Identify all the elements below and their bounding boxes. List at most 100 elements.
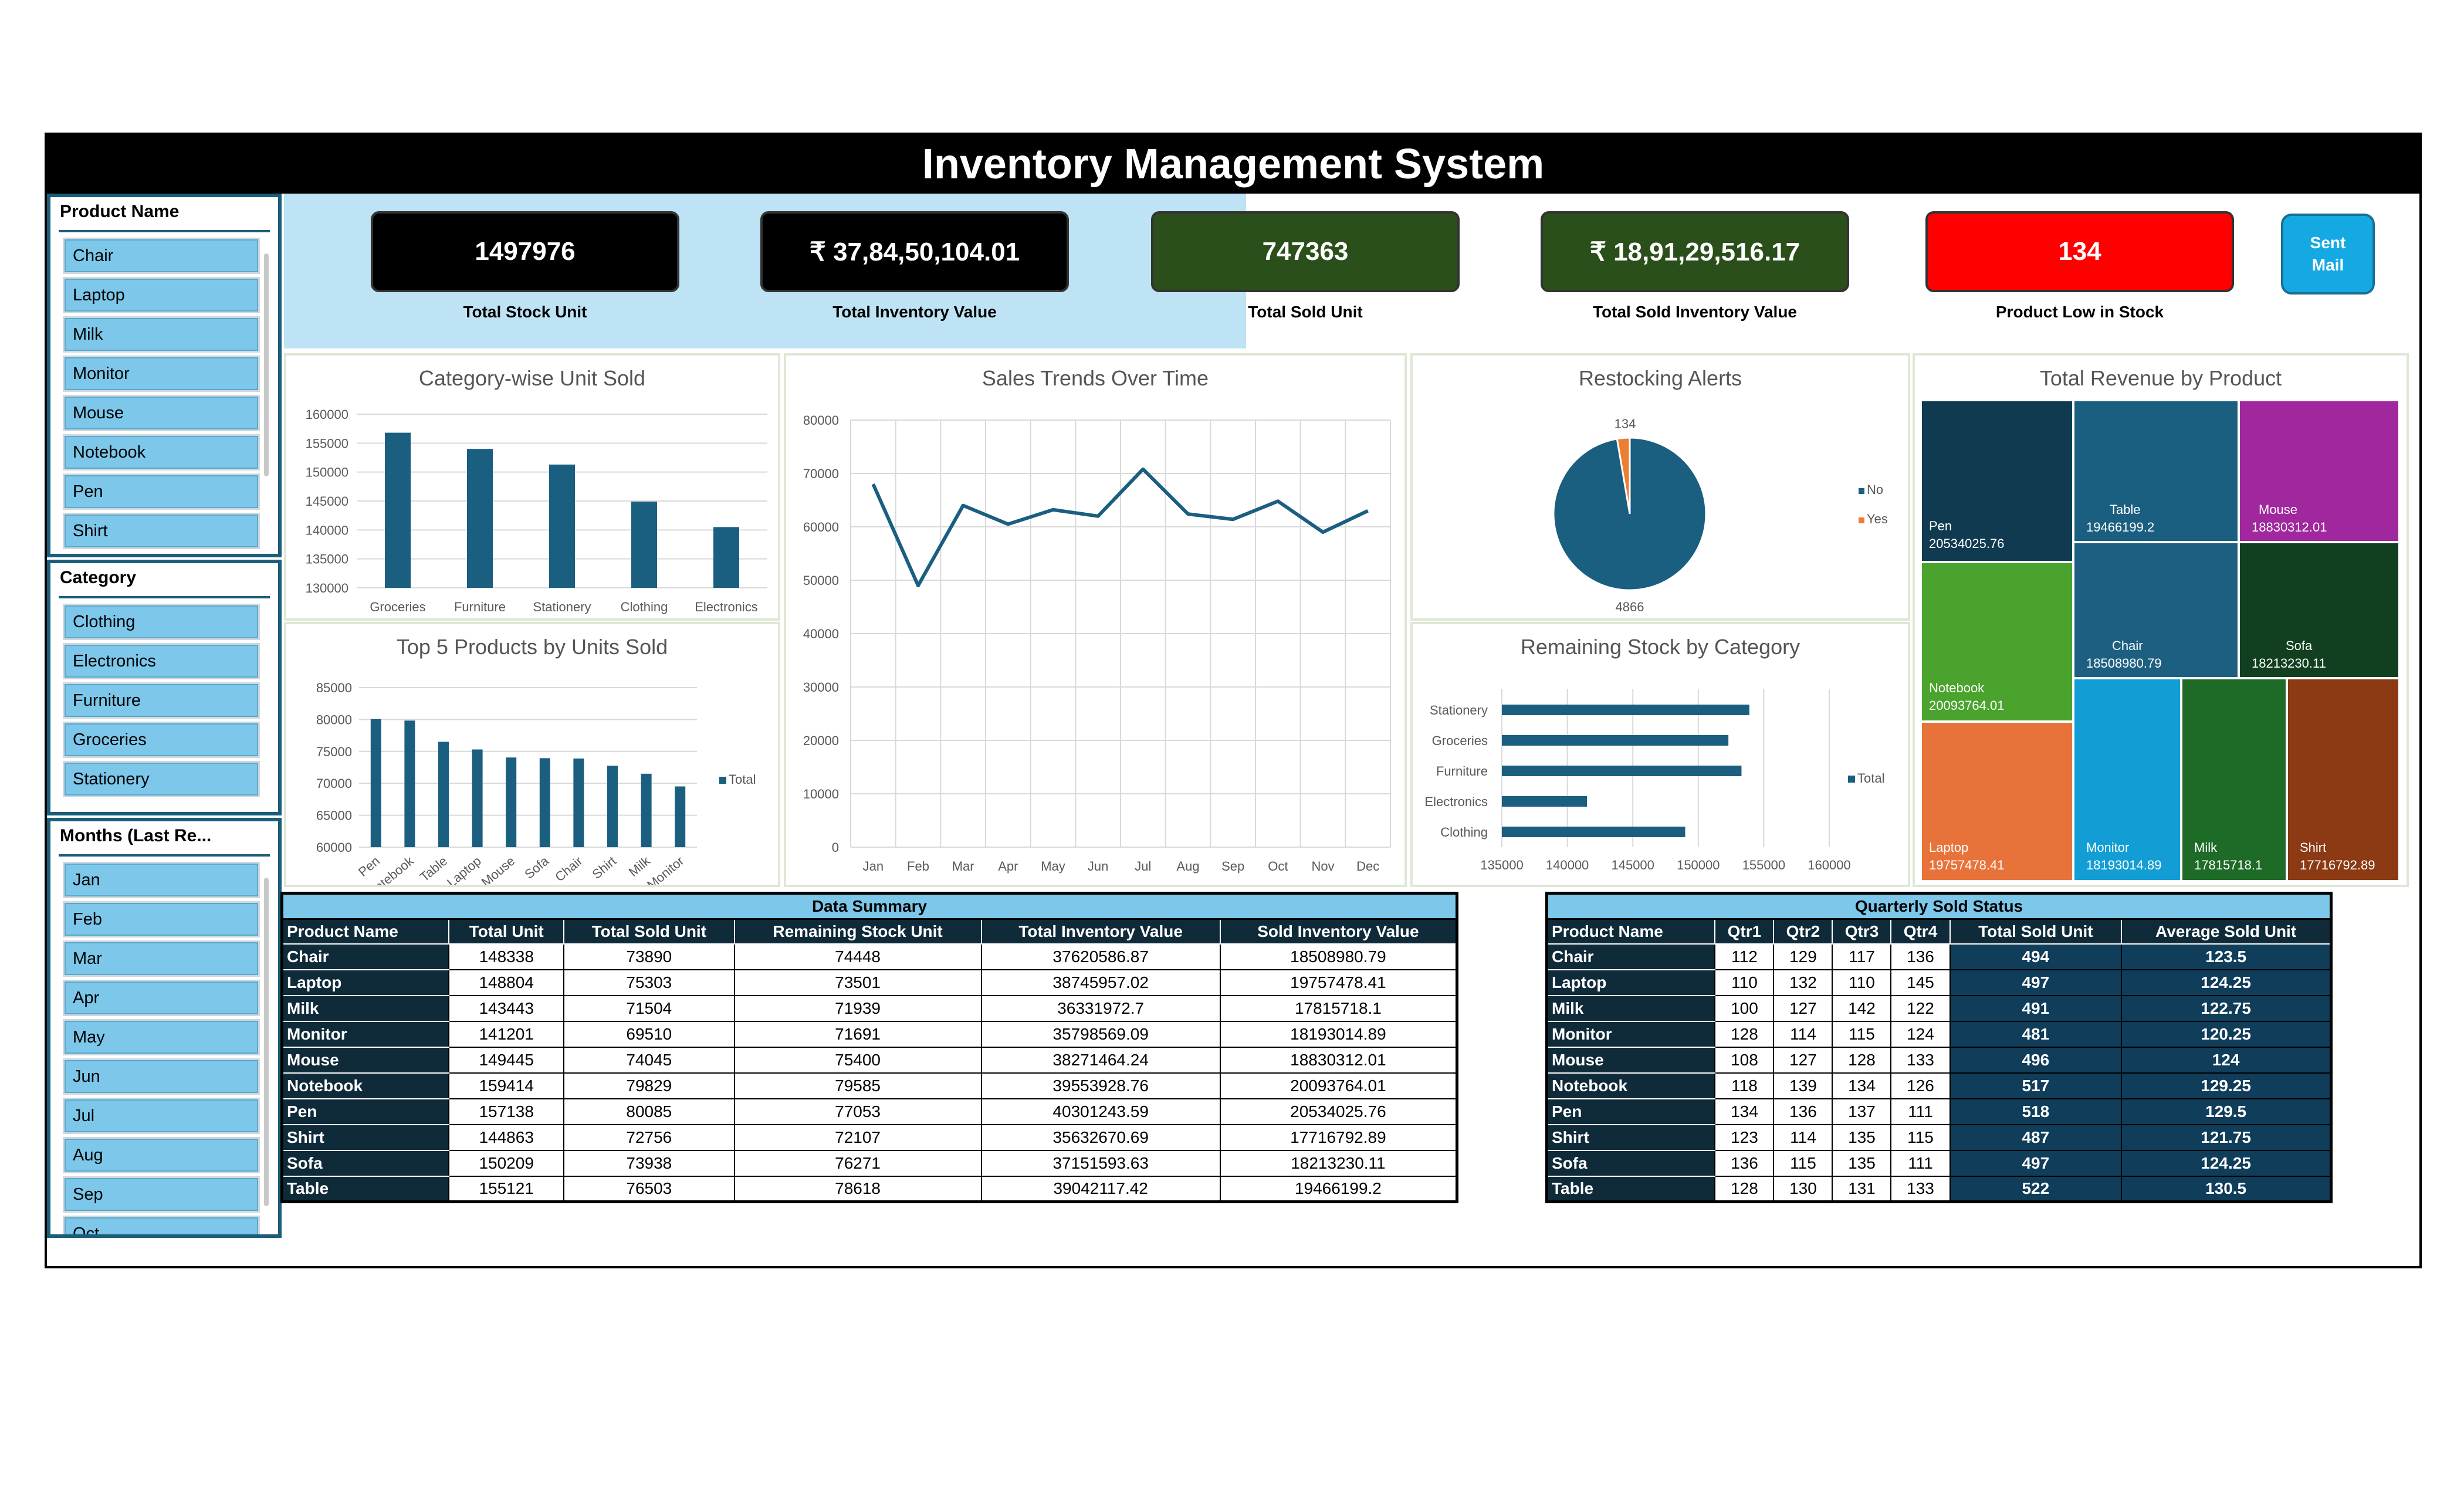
tick-label: 75000 [316, 744, 352, 759]
bar [549, 464, 575, 588]
table-cell: 522 [1949, 1175, 2123, 1203]
table-cell: 74448 [733, 943, 982, 970]
table-row: Mouse 149445 74045 75400 38271464.24 18830312… [281, 1046, 1458, 1074]
table-row: Sofa 136 115 135 111 497 124.25 [1546, 1149, 2332, 1177]
table-cell: 155121 [448, 1175, 565, 1203]
slicer-scrollbar[interactable] [264, 253, 269, 476]
slicer-item[interactable]: Furniture [65, 684, 258, 717]
charts-area: Category-wise Unit Sold 130000 135000 1400… [284, 353, 2417, 900]
table-row: Pen 157138 80085 77053 40301243.59 20534025.7… [281, 1098, 1458, 1125]
category-label: Monitor [644, 854, 686, 885]
month-label: Aug [1176, 859, 1199, 874]
tick-label: 150000 [306, 465, 348, 480]
category-sold-chart: Category-wise Unit Sold 130000 135000 1400… [284, 353, 780, 621]
table-row: Laptop 110 132 110 145 497 124.25 [1546, 969, 2332, 996]
bar [675, 786, 686, 847]
treemap-label: Pen [1929, 519, 1952, 533]
table-cell: 108 [1714, 1046, 1775, 1074]
table-cell: 69510 [563, 1020, 735, 1048]
table-cell: 133 [1890, 1175, 1951, 1203]
category-label: Electronics [695, 600, 758, 614]
table-cell: 134 [1714, 1098, 1775, 1125]
category-label: Electronics [1424, 794, 1488, 809]
slicer-item[interactable]: Electronics [65, 645, 258, 678]
kpi-label: Total Sold Unit [1248, 303, 1363, 321]
table-cell: 122 [1890, 994, 1951, 1022]
bar [438, 742, 449, 847]
table-cell: 481 [1949, 1020, 2123, 1048]
table-row: Milk 100 127 142 122 491 122.75 [1546, 994, 2332, 1022]
treemap-label: Shirt [2300, 840, 2326, 855]
table-cell: 122.75 [2121, 994, 2332, 1022]
kpi-value: ₹ 18,91,29,516.17 [1589, 237, 1800, 266]
table-cell: 131 [1832, 1175, 1892, 1203]
category-label: Groceries [370, 600, 425, 614]
table-row: Monitor 128 114 115 124 481 120.25 [1546, 1020, 2332, 1048]
table-cell: 494 [1949, 943, 2123, 970]
table-row: Notebook 118 139 134 126 517 129.25 [1546, 1072, 2332, 1099]
slicer-item[interactable]: Clothing [65, 605, 258, 638]
category-label: Shirt [589, 854, 619, 882]
top-products-plot: 600006500070000750008000085000PenNoteboo… [316, 681, 756, 900]
slicer-item[interactable]: Laptop [65, 279, 258, 312]
category-label: Clothing [621, 600, 668, 614]
bar [1502, 796, 1588, 807]
column-header: Product Name [281, 918, 450, 945]
tick-label: 145000 [306, 494, 348, 509]
chart-title: Restocking Alerts [1578, 366, 1742, 390]
table-cell: 518 [1949, 1098, 2123, 1125]
bar [506, 757, 517, 847]
slicer-item[interactable]: Stationery [65, 763, 258, 796]
table-cell: 128 [1832, 1046, 1892, 1074]
category-label: Mouse [479, 854, 518, 885]
slicer-item[interactable]: Chair [65, 239, 258, 272]
slicer-item[interactable]: Mouse [65, 397, 258, 429]
category-label: Furniture [1436, 764, 1488, 779]
slicer-items: Clothing Electronics Furniture Groceries Sta… [65, 605, 258, 802]
slicer-item[interactable]: Groceries [65, 723, 258, 756]
table-cell: 143443 [448, 994, 565, 1022]
kpi-value: 1497976 [475, 237, 576, 266]
table-cell: 135 [1832, 1149, 1892, 1177]
tick-label: 135000 [306, 552, 348, 567]
bar [370, 719, 381, 847]
slicer-item[interactable]: Monitor [65, 357, 258, 390]
tick-label: 155000 [306, 436, 348, 451]
table-cell: 128 [1714, 1020, 1775, 1048]
table-cell: 124 [2121, 1046, 2332, 1074]
slicer-item[interactable]: Pen [65, 475, 258, 508]
table-cell: 35798569.09 [980, 1020, 1221, 1048]
tick-label: 65000 [316, 808, 352, 823]
table-row: Table 128 130 131 133 522 130.5 [1546, 1175, 2332, 1203]
category-label: Milk [626, 853, 654, 879]
table-body: Chair 148338 73890 74448 37620586.87 18508980… [281, 943, 1458, 1203]
month-label: Oct [1268, 859, 1288, 874]
bar [573, 758, 584, 847]
month-label: Jul [1135, 859, 1151, 874]
bar [385, 432, 411, 588]
product-name-cell: Shirt [281, 1123, 450, 1151]
kpi-band: 1497976 Total Stock Unit ₹ 37,84,50,104.… [284, 194, 2234, 351]
slicer-item[interactable]: Milk [65, 318, 258, 351]
treemap-value: 18213230.11 [2252, 656, 2326, 671]
chart-title: Top 5 Products by Units Sold [396, 635, 668, 659]
tick-label: 30000 [803, 680, 839, 695]
table-cell: 121.75 [2121, 1123, 2332, 1151]
chart-title: Sales Trends Over Time [981, 366, 1209, 390]
treemap-label: Chair [2112, 638, 2143, 653]
bar [1502, 766, 1742, 776]
slicer-item[interactable]: Shirt [65, 515, 258, 547]
category-label: Furniture [454, 600, 506, 614]
table-cell: 39042117.42 [980, 1175, 1221, 1203]
send-mail-button[interactable]: Sent Mail [2281, 214, 2375, 295]
table-row: Notebook 159414 79829 79585 39553928.76 20093… [281, 1072, 1458, 1099]
slicer-item[interactable]: Notebook [65, 436, 258, 469]
category-label: Stationery [1430, 703, 1488, 717]
table-row: Monitor 141201 69510 71691 35798569.09 181930… [281, 1020, 1458, 1048]
legend-label: No [1867, 482, 1883, 497]
treemap-value: 17815718.1 [2194, 858, 2262, 872]
treemap-label: Monitor [2086, 840, 2129, 855]
table-cell: 139 [1773, 1072, 1833, 1099]
dashboard-title: Inventory Management System [47, 135, 2419, 194]
product-name-cell: Mouse [281, 1046, 450, 1074]
